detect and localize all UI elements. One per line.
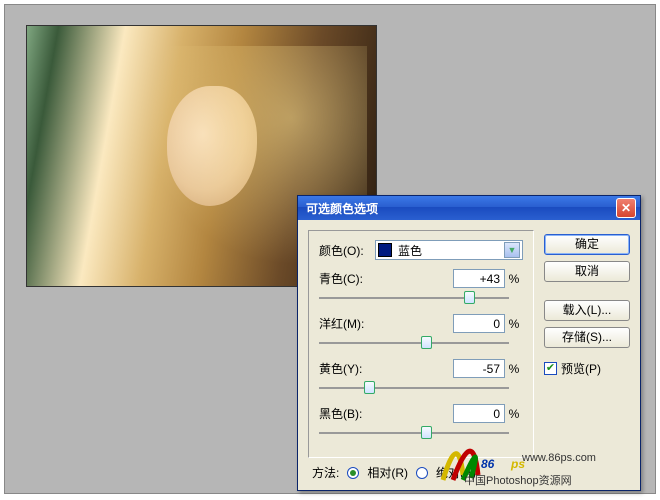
cyan-slider[interactable] bbox=[319, 290, 523, 306]
cyan-input[interactable] bbox=[453, 269, 505, 288]
magenta-pct: % bbox=[505, 317, 523, 331]
selective-color-dialog: 可选颜色选项 ✕ 颜色(O): 蓝色 ▼ 青色(C): bbox=[297, 195, 641, 491]
slider-track bbox=[319, 297, 509, 299]
slider-track bbox=[319, 387, 509, 389]
cyan-label: 青色(C): bbox=[319, 270, 383, 287]
close-button[interactable]: ✕ bbox=[616, 198, 636, 218]
watermark-url: www.86ps.com bbox=[522, 452, 596, 464]
color-fieldset: 颜色(O): 蓝色 ▼ 青色(C): % 洋 bbox=[308, 230, 534, 458]
yellow-label: 黄色(Y): bbox=[319, 360, 383, 377]
yellow-pct: % bbox=[505, 362, 523, 376]
magenta-label: 洋红(M): bbox=[319, 315, 383, 332]
close-icon: ✕ bbox=[621, 201, 631, 215]
cyan-pct: % bbox=[505, 272, 523, 286]
preview-label: 预览(P) bbox=[561, 360, 601, 377]
slider-thumb[interactable] bbox=[421, 426, 432, 439]
yellow-slider[interactable] bbox=[319, 380, 523, 396]
ok-button[interactable]: 确定 bbox=[544, 234, 630, 255]
dialog-body: 颜色(O): 蓝色 ▼ 青色(C): % 洋 bbox=[298, 220, 640, 490]
magenta-input[interactable] bbox=[453, 314, 505, 333]
color-select[interactable]: 蓝色 ▼ bbox=[375, 240, 523, 260]
method-row: 方法: 相对(R) 绝对(A) bbox=[312, 464, 476, 481]
watermark-text: 中国Photoshop资源网 bbox=[464, 472, 572, 488]
method-label: 方法: bbox=[312, 464, 339, 481]
black-input[interactable] bbox=[453, 404, 505, 423]
relative-label: 相对(R) bbox=[367, 464, 408, 481]
workspace: 可选颜色选项 ✕ 颜色(O): 蓝色 ▼ 青色(C): bbox=[4, 4, 656, 494]
radio-relative[interactable] bbox=[347, 467, 359, 479]
black-label: 黑色(B): bbox=[319, 405, 383, 422]
slider-track bbox=[319, 432, 509, 434]
dialog-titlebar[interactable]: 可选颜色选项 ✕ bbox=[298, 196, 640, 220]
checkbox-icon: ✔ bbox=[544, 362, 557, 375]
black-pct: % bbox=[505, 407, 523, 421]
save-button[interactable]: 存储(S)... bbox=[544, 327, 630, 348]
slider-thumb[interactable] bbox=[421, 336, 432, 349]
svg-text:86: 86 bbox=[481, 457, 495, 471]
dialog-title: 可选颜色选项 bbox=[306, 200, 378, 217]
color-value: 蓝色 bbox=[398, 242, 504, 259]
black-slider[interactable] bbox=[319, 425, 523, 441]
color-label: 颜色(O): bbox=[319, 242, 375, 259]
cancel-button[interactable]: 取消 bbox=[544, 261, 630, 282]
slider-track bbox=[319, 342, 509, 344]
radio-absolute[interactable] bbox=[416, 467, 428, 479]
yellow-input[interactable] bbox=[453, 359, 505, 378]
chevron-down-icon: ▼ bbox=[504, 242, 520, 258]
button-column: 确定 取消 载入(L)... 存储(S)... ✔ 预览(P) bbox=[544, 234, 630, 377]
slider-thumb[interactable] bbox=[364, 381, 375, 394]
slider-thumb[interactable] bbox=[464, 291, 475, 304]
load-button[interactable]: 载入(L)... bbox=[544, 300, 630, 321]
magenta-slider[interactable] bbox=[319, 335, 523, 351]
color-swatch bbox=[378, 243, 392, 257]
preview-checkbox-row[interactable]: ✔ 预览(P) bbox=[544, 360, 630, 377]
